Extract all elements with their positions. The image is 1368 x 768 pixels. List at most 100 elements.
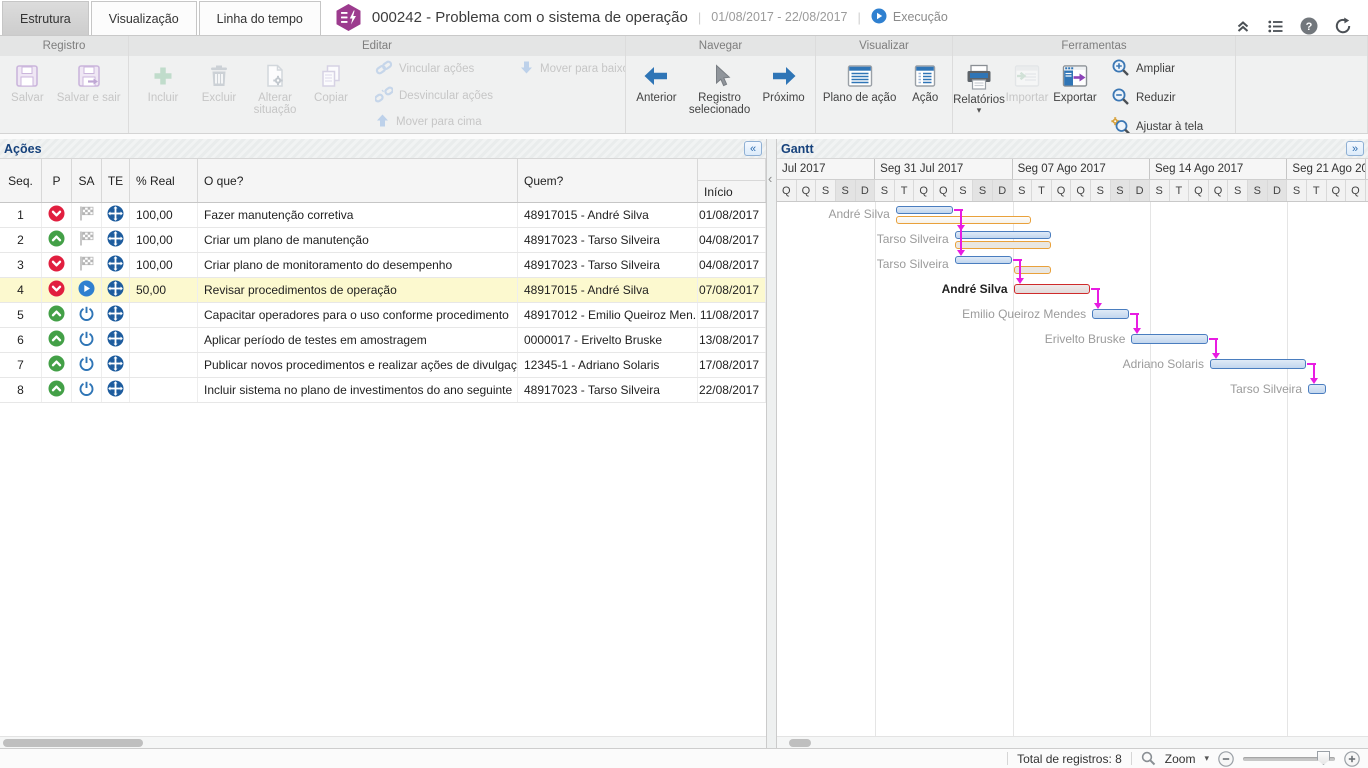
ribbon-button-incluir[interactable]: Incluir <box>139 58 187 132</box>
column-header-real[interactable]: % Real <box>130 159 198 202</box>
view-list-icon[interactable] <box>1267 18 1284 35</box>
ribbon-button-exportar[interactable]: Exportar <box>1051 58 1099 133</box>
tab-linha-do-tempo[interactable]: Linha do tempo <box>199 1 321 35</box>
status-finished-flag-icon <box>78 205 95 225</box>
ribbon-button-label: Ação <box>912 92 938 104</box>
collapse-panel-button[interactable]: « <box>744 141 762 156</box>
cell-execution-time <box>102 303 130 327</box>
column-header-o-que[interactable]: O que? <box>198 159 518 202</box>
ribbon-button-proximo[interactable]: Próximo <box>759 58 809 132</box>
cell-start-date: 04/08/2017 <box>698 253 766 277</box>
cell-execution-time <box>102 353 130 377</box>
ribbon-button-ampliar[interactable]: Ampliar <box>1111 58 1229 80</box>
ribbon-button-copiar[interactable]: Copiar <box>307 58 355 132</box>
gantt-bar-orange[interactable] <box>955 241 1051 249</box>
save-exit-icon <box>76 63 102 92</box>
ribbon-button-acao[interactable]: Ação <box>901 58 949 132</box>
main-area: Ações « Seq.PSATE% RealO que?Quem?Início… <box>0 139 1368 748</box>
gantt-bar-orange[interactable] <box>896 216 1031 224</box>
expand-panel-button[interactable]: » <box>1346 141 1364 156</box>
table-row[interactable]: 6Aplicar período de testes em amostragem… <box>0 328 766 353</box>
cell-priority <box>42 328 72 352</box>
gantt-bar-blue[interactable] <box>896 206 953 214</box>
gantt-bar-blue[interactable] <box>1308 384 1326 394</box>
zoom-slider[interactable] <box>1243 751 1335 766</box>
column-header-p[interactable]: P <box>42 159 72 202</box>
ribbon-button-relatorios[interactable]: Relatórios▾ <box>955 58 1003 133</box>
tab-visualizacao[interactable]: Visualização <box>91 1 197 35</box>
column-header-spacer <box>698 159 765 181</box>
ribbon-button-reduzir[interactable]: Reduzir <box>1111 87 1229 109</box>
column-header-seq[interactable]: Seq. <box>0 159 42 202</box>
zoom-slider-thumb[interactable] <box>1317 751 1330 765</box>
table-row[interactable]: 2100,00Criar um plano de manutenção48917… <box>0 228 766 253</box>
ribbon-button-label: Salvar e sair <box>57 92 121 104</box>
cell-what: Publicar novos procedimentos e realizar … <box>198 353 518 377</box>
help-icon[interactable]: ? <box>1300 17 1318 35</box>
ribbon-button-salvar-e-sair[interactable]: Salvar e sair <box>53 58 125 132</box>
ribbon-group-content: Plano de ação Ação <box>816 56 952 133</box>
cell-what: Capacitar operadores para o uso conforme… <box>198 303 518 327</box>
status-finished-flag-icon <box>78 230 95 250</box>
gantt-hscrollbar[interactable] <box>777 736 1368 748</box>
priority-green-up-icon <box>48 230 65 250</box>
actions-hscrollbar[interactable] <box>0 736 766 748</box>
column-header-te[interactable]: TE <box>102 159 130 202</box>
zoom-out-button[interactable] <box>1218 751 1234 767</box>
ribbon-button-registro-selecionado[interactable]: Registro selecionado <box>685 58 754 132</box>
zoom-in-icon <box>1111 58 1130 80</box>
ribbon-button-vincular-acoes[interactable]: Vincular ações <box>375 59 493 79</box>
record-header: 000242 - Problema com o sistema de opera… <box>335 0 1235 35</box>
scrollbar-thumb[interactable] <box>789 739 811 747</box>
column-header-quem[interactable]: Quem? <box>518 159 698 202</box>
gantt-bar-red[interactable] <box>1014 284 1091 294</box>
splitter-collapse-handle[interactable]: ‹ <box>768 171 772 186</box>
cell-who: 48917015 - André Silva <box>518 203 698 227</box>
ribbon-button-desvincular-acoes[interactable]: Desvincular ações <box>375 86 493 106</box>
link-icon <box>375 59 393 79</box>
column-header-inicio[interactable]: Início <box>698 159 766 202</box>
gantt-panel-header: Gantt » <box>777 139 1368 159</box>
gantt-bar-blue[interactable] <box>955 256 1012 264</box>
ribbon-group-title: Ferramentas <box>953 36 1235 56</box>
table-row[interactable]: 8Incluir sistema no plano de investiment… <box>0 378 766 403</box>
collapse-ribbon-icon[interactable] <box>1235 18 1251 34</box>
record-status: Execução <box>871 8 948 27</box>
table-row[interactable]: 1100,00Fazer manutenção corretiva4891701… <box>0 203 766 228</box>
ribbon-button-excluir[interactable]: Excluir <box>195 58 243 132</box>
status-not-started-power-icon <box>78 355 95 375</box>
zoom-in-button[interactable] <box>1344 751 1360 767</box>
ribbon-button-ajustar-a-tela[interactable]: Ajustar à tela <box>1111 116 1229 133</box>
cell-priority <box>42 303 72 327</box>
table-row[interactable]: 7Publicar novos procedimentos e realizar… <box>0 353 766 378</box>
ribbon-button-alterar-situacao[interactable]: Alterar situação <box>251 58 299 132</box>
gantt-day-cell: T <box>1170 180 1190 201</box>
scrollbar-thumb[interactable] <box>3 739 143 747</box>
gantt-bar-blue[interactable] <box>1131 334 1208 344</box>
ribbon-button-mover-para-baixo[interactable]: Mover para baixo <box>519 59 626 79</box>
gantt-bar-blue[interactable] <box>1092 309 1129 319</box>
ribbon-button-importar[interactable]: Importar <box>1003 58 1051 133</box>
ribbon-button-plano-de-acao[interactable]: Plano de ação <box>819 58 901 132</box>
refresh-icon[interactable] <box>1334 17 1352 35</box>
ribbon-button-salvar[interactable]: Salvar <box>3 58 51 132</box>
cell-who: 0000017 - Erivelto Bruske <box>518 328 698 352</box>
gantt-bar-blue[interactable] <box>955 231 1051 239</box>
ribbon-button-anterior[interactable]: Anterior <box>632 58 680 132</box>
table-row[interactable]: 5Capacitar operadores para o uso conform… <box>0 303 766 328</box>
dependency-connector <box>1215 338 1217 354</box>
priority-green-up-icon <box>48 380 65 400</box>
zoom-caret-icon[interactable]: ▾ <box>1204 753 1209 764</box>
table-row[interactable]: 450,00Revisar procedimentos de operação4… <box>0 278 766 303</box>
gantt-bar-blue[interactable] <box>1210 359 1306 369</box>
window-action-icon <box>912 63 938 92</box>
ribbon-button-mover-para-cima[interactable]: Mover para cima <box>375 113 493 131</box>
panel-splitter[interactable]: ‹ <box>766 139 777 748</box>
cell-percent-real: 100,00 <box>130 203 198 227</box>
zoom-dropdown[interactable]: Zoom <box>1165 752 1196 766</box>
column-header-sa[interactable]: SA <box>72 159 102 202</box>
actions-panel: Ações « Seq.PSATE% RealO que?Quem?Início… <box>0 139 766 748</box>
tab-estrutura[interactable]: Estrutura <box>2 1 89 35</box>
table-row[interactable]: 3100,00Criar plano de monitoramento do d… <box>0 253 766 278</box>
gantt-day-cell: S <box>1150 180 1170 201</box>
